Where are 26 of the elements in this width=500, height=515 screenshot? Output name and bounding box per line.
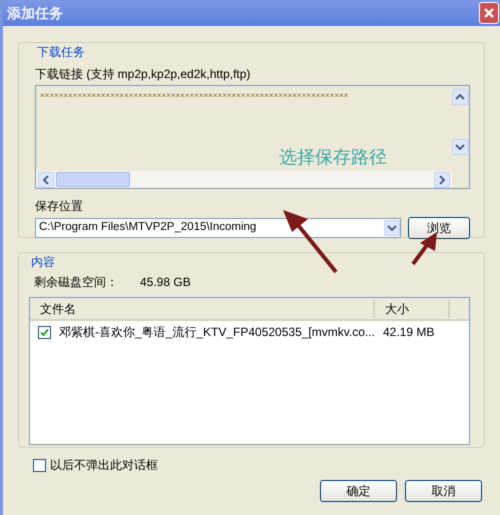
file-size: 42.19 MB: [383, 324, 436, 341]
annotation-text: 选择保存路径: [279, 146, 387, 169]
window-title: 添加任务: [7, 4, 63, 22]
arrow: [283, 210, 338, 274]
horizontal-scrollbar[interactable]: [36, 171, 452, 188]
free-space-value: 45.98 GB: [140, 274, 191, 291]
group-title: 下载任务: [35, 43, 87, 61]
scroll-thumb[interactable]: [56, 172, 130, 187]
checkbox-label: 以后不弹出此对话框: [50, 457, 158, 474]
free-space-label: 剩余磁盘空间：: [34, 274, 118, 291]
close-icon: [483, 7, 495, 19]
checkbox[interactable]: [33, 458, 46, 472]
field-label: 下载链接 (支持 mp2p,kp2p,ed2k,http,ftp): [35, 66, 252, 83]
link-text: ××××××××××××××××××××××××××××××××××××××××××××××××××××××××××××××××××: [40, 91, 348, 100]
cancel-button[interactable]: 取消: [405, 480, 482, 502]
file-name: 邓紫棋-喜欢你_粤语_流行_KTV_FP40520535_[mvmkv.co...: [59, 324, 375, 341]
path-dropdown[interactable]: C:\Program Files\MTVP2P_2015\Incoming: [35, 218, 402, 238]
arrow: [411, 232, 437, 266]
path-value: C:\Program Files\MTVP2P_2015\Incoming: [39, 220, 256, 236]
column-header[interactable]: 大小: [375, 300, 450, 318]
close-button[interactable]: [479, 2, 499, 24]
field-label: 保存位置: [35, 198, 84, 215]
column-header[interactable]: 文件名: [30, 300, 375, 318]
ok-button[interactable]: 确定: [320, 480, 397, 502]
checkbox[interactable]: [38, 326, 51, 338]
browse-button[interactable]: 浏览: [408, 217, 470, 239]
